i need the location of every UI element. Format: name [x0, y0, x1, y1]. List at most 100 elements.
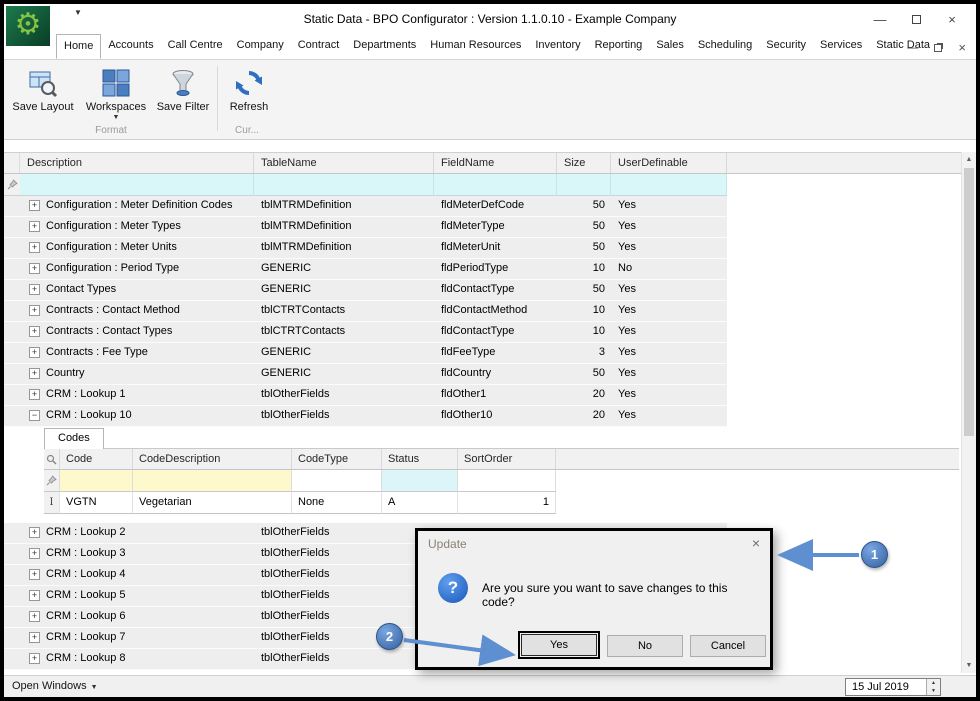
ribbon-tab[interactable]: Home: [56, 34, 101, 59]
doc-restore-button[interactable]: [934, 44, 942, 52]
yes-button[interactable]: Yes: [521, 634, 597, 656]
table-row[interactable]: Configuration : Period Type GENERIC fldP…: [4, 259, 727, 280]
ribbon-tab[interactable]: Contract: [291, 34, 347, 59]
subgrid-cell-codetype[interactable]: None: [292, 492, 382, 514]
cell-size[interactable]: 50: [557, 364, 611, 384]
no-button[interactable]: No: [607, 635, 683, 657]
expand-icon[interactable]: [29, 284, 40, 295]
cell-fieldname[interactable]: fldMeterType: [434, 217, 557, 237]
spinner-up-icon[interactable]: ▲: [927, 679, 940, 687]
expand-icon[interactable]: [29, 527, 40, 538]
cell-description[interactable]: Contracts : Contact Method: [20, 301, 254, 321]
subgrid-column-status[interactable]: Status: [382, 449, 458, 469]
cell-userdefinable[interactable]: Yes: [611, 217, 727, 237]
cancel-button[interactable]: Cancel: [690, 635, 766, 657]
cell-description[interactable]: CRM : Lookup 10: [20, 406, 254, 426]
cell-size[interactable]: 50: [557, 238, 611, 258]
cell-tablename[interactable]: tblMTRMDefinition: [254, 217, 434, 237]
cell-tablename[interactable]: tblOtherFields: [254, 565, 434, 585]
cell-tablename[interactable]: tblOtherFields: [254, 385, 434, 405]
table-row[interactable]: Contracts : Fee Type GENERIC fldFeeType …: [4, 343, 727, 364]
expand-icon[interactable]: [29, 548, 40, 559]
cell-tablename[interactable]: tblOtherFields: [254, 406, 434, 426]
subgrid-column-codedescription[interactable]: CodeDescription: [133, 449, 292, 469]
cell-description[interactable]: Contact Types: [20, 280, 254, 300]
cell-userdefinable[interactable]: Yes: [611, 343, 727, 363]
table-row[interactable]: CRM : Lookup 1 tblOtherFields fldOther1 …: [4, 385, 727, 406]
cell-tablename[interactable]: GENERIC: [254, 364, 434, 384]
cell-description[interactable]: CRM : Lookup 1: [20, 385, 254, 405]
table-row[interactable]: CRM : Lookup 10 tblOtherFields fldOther1…: [4, 406, 727, 427]
cell-tablename[interactable]: tblOtherFields: [254, 607, 434, 627]
refresh-button[interactable]: Refresh: [222, 65, 276, 114]
scroll-down-icon[interactable]: ▼: [962, 658, 976, 673]
cell-description[interactable]: Configuration : Meter Types: [20, 217, 254, 237]
expand-icon[interactable]: [29, 653, 40, 664]
expand-icon[interactable]: [29, 305, 40, 316]
filter-cell-description[interactable]: [20, 174, 254, 196]
cell-fieldname[interactable]: fldMeterUnit: [434, 238, 557, 258]
cell-size[interactable]: 10: [557, 301, 611, 321]
cell-fieldname[interactable]: fldContactType: [434, 322, 557, 342]
cell-tablename[interactable]: tblOtherFields: [254, 544, 434, 564]
expand-icon[interactable]: [29, 221, 40, 232]
subgrid-column-codetype[interactable]: CodeType: [292, 449, 382, 469]
expand-icon[interactable]: [29, 590, 40, 601]
close-button[interactable]: ×: [934, 12, 970, 27]
filter-cell-userdefinable[interactable]: [611, 174, 727, 196]
date-editor[interactable]: 15 Jul 2019 ▲ ▼: [845, 678, 941, 696]
cell-size[interactable]: 50: [557, 280, 611, 300]
codes-tab[interactable]: Codes: [44, 428, 104, 449]
cell-description[interactable]: Country: [20, 364, 254, 384]
subgrid-data-row[interactable]: I VGTN Vegetarian None A 1: [44, 492, 959, 514]
cell-fieldname[interactable]: fldOther1: [434, 385, 557, 405]
subgrid-cell-code[interactable]: VGTN: [60, 492, 133, 514]
column-header-tablename[interactable]: TableName: [254, 153, 434, 173]
cell-tablename[interactable]: tblOtherFields: [254, 628, 434, 648]
cell-fieldname[interactable]: fldCountry: [434, 364, 557, 384]
cell-tablename[interactable]: tblMTRMDefinition: [254, 196, 434, 216]
ribbon-tab[interactable]: Reporting: [588, 34, 650, 59]
vertical-scrollbar[interactable]: ▲ ▼: [961, 152, 976, 673]
expand-icon[interactable]: [29, 389, 40, 400]
ribbon-tab[interactable]: Call Centre: [161, 34, 230, 59]
cell-description[interactable]: Configuration : Meter Definition Codes: [20, 196, 254, 216]
cell-userdefinable[interactable]: Yes: [611, 406, 727, 426]
cell-userdefinable[interactable]: Yes: [611, 280, 727, 300]
cell-size[interactable]: 10: [557, 259, 611, 279]
cell-size[interactable]: 50: [557, 196, 611, 216]
table-row[interactable]: Contact Types GENERIC fldContactType 50 …: [4, 280, 727, 301]
cell-userdefinable[interactable]: Yes: [611, 301, 727, 321]
maximize-button[interactable]: [898, 12, 934, 27]
subgrid-cell-sortorder[interactable]: 1: [458, 492, 556, 514]
ribbon-tab[interactable]: Departments: [346, 34, 423, 59]
cell-description[interactable]: Configuration : Meter Units: [20, 238, 254, 258]
subgrid-filter-codedescription[interactable]: [133, 470, 292, 492]
cell-description[interactable]: CRM : Lookup 6: [20, 607, 254, 627]
column-header-userdefinable[interactable]: UserDefinable: [611, 153, 727, 173]
cell-tablename[interactable]: tblMTRMDefinition: [254, 238, 434, 258]
cell-description[interactable]: CRM : Lookup 7: [20, 628, 254, 648]
table-row[interactable]: Configuration : Meter Definition Codes t…: [4, 196, 727, 217]
cell-tablename[interactable]: GENERIC: [254, 343, 434, 363]
ribbon-tab[interactable]: Services: [813, 34, 869, 59]
expand-icon[interactable]: [29, 632, 40, 643]
cell-size[interactable]: 20: [557, 406, 611, 426]
subgrid-column-code[interactable]: Code: [60, 449, 133, 469]
cell-size[interactable]: 10: [557, 322, 611, 342]
subgrid-filter-sortorder[interactable]: [458, 470, 556, 492]
cell-tablename[interactable]: tblOtherFields: [254, 523, 434, 543]
cell-fieldname[interactable]: fldContactMethod: [434, 301, 557, 321]
expand-icon[interactable]: [29, 242, 40, 253]
expand-icon[interactable]: [29, 368, 40, 379]
ribbon-tab[interactable]: Scheduling: [691, 34, 759, 59]
cell-description[interactable]: CRM : Lookup 8: [20, 649, 254, 669]
cell-fieldname[interactable]: fldFeeType: [434, 343, 557, 363]
open-windows-button[interactable]: Open Windows▼: [12, 680, 98, 692]
workspaces-button[interactable]: Workspaces ▼: [84, 65, 148, 122]
scroll-up-icon[interactable]: ▲: [962, 152, 976, 167]
subgrid-search-icon[interactable]: [44, 449, 60, 469]
column-header-fieldname[interactable]: FieldName: [434, 153, 557, 173]
cell-tablename[interactable]: tblOtherFields: [254, 586, 434, 606]
expand-icon[interactable]: [29, 263, 40, 274]
